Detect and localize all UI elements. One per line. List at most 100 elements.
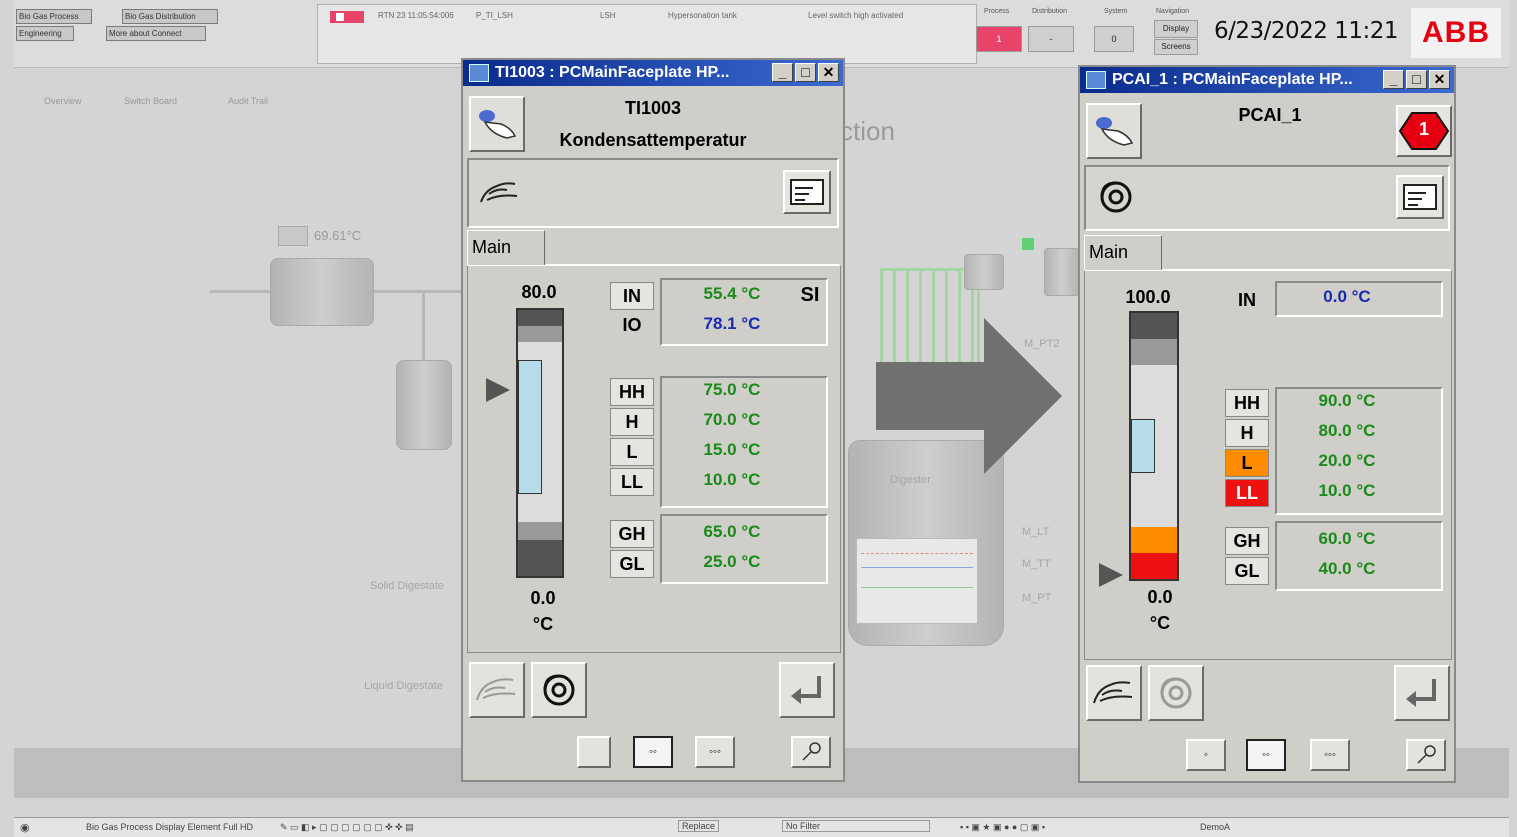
process-tab-overview[interactable]: Overview <box>44 96 82 106</box>
h-zone <box>518 326 562 342</box>
limit-label-l: L <box>610 438 654 466</box>
nav-button-engineering[interactable]: Engineering <box>16 26 74 41</box>
apply-button[interactable] <box>779 662 835 718</box>
limit-label-ll: LL <box>1225 479 1269 507</box>
process-alarm-count[interactable]: 1 <box>976 26 1022 52</box>
auto-mode-button[interactable] <box>531 662 587 718</box>
toolbar-icons[interactable]: ✎ ▭ ◧ ▸ ▢ ▢ ▢ ▢ ▢ ▢ ✜ ✜ ▤ <box>280 822 414 833</box>
system-alarm-count[interactable]: 0 <box>1094 26 1134 52</box>
faceplate-window-pcai1[interactable]: PCAI_1 : PCMainFaceplate HP... _ □ ✕ PCA… <box>1078 65 1456 783</box>
process-tab-switch-board[interactable]: Switch Board <box>124 96 177 106</box>
nav-screens-button[interactable]: Screens <box>1154 39 1198 55</box>
extended-view-button[interactable]: ◦◦◦ <box>1310 739 1350 771</box>
nav-button-bio-gas-distribution[interactable]: Bio Gas Distribution <box>122 9 218 24</box>
gradient-label-gh: GH <box>1225 527 1269 555</box>
minimize-button[interactable]: _ <box>772 63 793 82</box>
limit-value-l[interactable]: 20.0 °C <box>1297 451 1397 471</box>
limit-value-h[interactable]: 70.0 °C <box>682 410 782 430</box>
output-pointer-icon <box>1099 563 1123 587</box>
display-element-selector[interactable]: Bio Gas Process Display Element Full HD <box>86 822 253 832</box>
small-view-button[interactable] <box>577 736 611 768</box>
tab-main[interactable]: Main <box>1084 235 1162 271</box>
extended-view-button[interactable]: ◦◦◦ <box>695 736 735 768</box>
toolbar-row <box>1084 165 1450 231</box>
maximize-button[interactable]: □ <box>1406 70 1427 89</box>
maximize-button[interactable]: □ <box>795 63 816 82</box>
manual-mode-button[interactable] <box>469 662 525 718</box>
minimize-button[interactable]: _ <box>1383 70 1404 89</box>
limit-value-h[interactable]: 80.0 °C <box>1297 421 1397 441</box>
faceplate-app-icon <box>1086 71 1106 89</box>
auto-mode-button[interactable] <box>1148 665 1204 721</box>
limit-value-ll[interactable]: 10.0 °C <box>682 470 782 490</box>
limit-value-ll[interactable]: 10.0 °C <box>1297 481 1397 501</box>
window-title-bar[interactable]: TI1003 : PCMainFaceplate HP... _ □ ✕ <box>463 60 843 86</box>
scale-unit: °C <box>532 614 554 634</box>
nav-button-more-about-connect[interactable]: More about Connect <box>106 26 206 41</box>
operator-hand-button[interactable] <box>1086 103 1142 159</box>
tank-vessel[interactable] <box>270 258 374 326</box>
tag-description: Kondensattemperatur <box>559 130 747 150</box>
limit-value-l[interactable]: 15.0 °C <box>682 440 782 460</box>
io-label: IO <box>622 315 642 335</box>
manual-mode-button[interactable] <box>1086 665 1142 721</box>
small-view-button[interactable]: ◦ <box>1186 739 1226 771</box>
tag-name: PCAI_1 <box>1238 105 1302 125</box>
separator-vessel[interactable] <box>396 360 452 450</box>
compressor[interactable] <box>964 254 1004 290</box>
label-m-tt: M_TT <box>1022 558 1051 570</box>
operator-hand-button[interactable] <box>469 96 525 152</box>
document-icon <box>790 179 824 205</box>
close-button[interactable]: ✕ <box>1429 70 1450 89</box>
apply-button[interactable] <box>1394 665 1450 721</box>
nav-display-button[interactable]: Display <box>1154 20 1198 38</box>
gradient-value-gl[interactable]: 25.0 °C <box>682 552 782 572</box>
scale-unit: °C <box>1149 613 1171 633</box>
label-m-lt: M_LT <box>1022 526 1050 538</box>
document-button[interactable] <box>1396 175 1444 219</box>
normal-view-button[interactable]: ◦◦ <box>1246 739 1286 771</box>
tray-icons[interactable]: ▪ ▪ ▣ ★ ▣ ● ● ▢ ▣ ▪ <box>960 822 1045 833</box>
bottom-toolbar: ◉ Bio Gas Process Display Element Full H… <box>14 817 1509 837</box>
tab-main[interactable]: Main <box>467 230 545 266</box>
bar-graph <box>1129 311 1179 581</box>
in-label: IN <box>610 282 654 310</box>
gradient-label-gl: GL <box>1225 557 1269 585</box>
manual-hand-icon <box>1093 681 1133 704</box>
alarm-flag-icon <box>330 11 364 23</box>
limit-value-hh[interactable]: 90.0 °C <box>1297 391 1397 411</box>
alarm-indicator[interactable]: 1 <box>1396 105 1452 157</box>
gradient-value-gh[interactable]: 65.0 °C <box>682 522 782 542</box>
in-value: 55.4 °C <box>703 284 761 303</box>
filter-dropdown[interactable]: No Filter <box>782 820 930 832</box>
window-title-bar[interactable]: PCAI_1 : PCMainFaceplate HP... _ □ ✕ <box>1080 67 1454 93</box>
column-header-process: Process <box>984 8 1010 15</box>
manual-hand-icon <box>480 182 518 203</box>
limit-label-h: H <box>610 408 654 436</box>
alarm-count: 1 <box>1418 119 1429 139</box>
gas-unit[interactable] <box>1044 248 1080 296</box>
window-title: TI1003 : PCMainFaceplate HP... <box>495 64 730 81</box>
ll-zone <box>1131 553 1177 579</box>
faceplate-app-icon <box>469 64 489 82</box>
document-button[interactable] <box>783 170 831 214</box>
limit-value-hh[interactable]: 75.0 °C <box>682 380 782 400</box>
replace-dropdown[interactable]: Replace <box>678 820 720 832</box>
faceplate-window-ti1003[interactable]: TI1003 : PCMainFaceplate HP... _ □ ✕ TI1… <box>461 58 845 782</box>
normal-view-button[interactable]: ◦◦ <box>633 736 673 768</box>
close-button[interactable]: ✕ <box>818 63 839 82</box>
process-tab-audit-trail[interactable]: Audit Trail <box>228 96 268 106</box>
label-solid-digestate: Solid Digestate <box>370 580 444 592</box>
windows-icon[interactable]: ◉ <box>20 821 30 834</box>
tab-strip: Main <box>1084 235 1450 271</box>
pin-button[interactable] <box>1406 739 1446 771</box>
alarm-line[interactable]: RTN 23 11:05:54:006 P_TI_LSH LSH Hyperso… <box>317 4 977 64</box>
trend-mini-chart <box>856 538 978 624</box>
pin-button[interactable] <box>791 736 831 768</box>
document-icon <box>1403 184 1437 210</box>
gradient-value-gh[interactable]: 60.0 °C <box>1297 529 1397 549</box>
nav-button-bio-gas-process[interactable]: Bio Gas Process <box>16 9 92 24</box>
gradient-value-gl[interactable]: 40.0 °C <box>1297 559 1397 579</box>
distribution-alarm-count[interactable]: - <box>1028 26 1074 52</box>
tag-name: TI1003 <box>624 98 682 118</box>
